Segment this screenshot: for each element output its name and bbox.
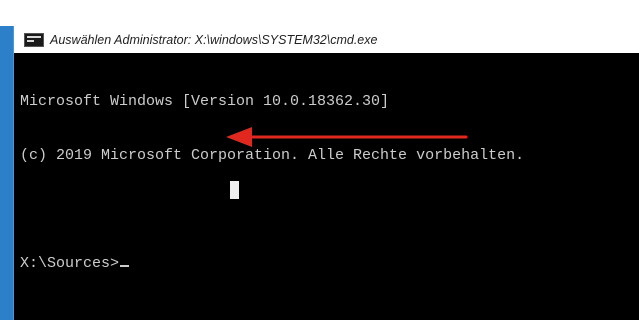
text-cursor xyxy=(120,265,130,267)
desktop-background-top xyxy=(0,0,639,26)
window-titlebar[interactable]: Auswählen Administrator: X:\windows\SYST… xyxy=(14,26,639,53)
console-line-copyright: (c) 2019 Microsoft Corporation. Alle Rec… xyxy=(20,147,525,164)
console-prompt-line[interactable]: X:\Sources> xyxy=(20,255,635,273)
window-title: Auswählen Administrator: X:\windows\SYST… xyxy=(50,32,378,47)
red-arrow-left-icon xyxy=(226,127,468,147)
console-output[interactable]: Microsoft Windows [Version 10.0.18362.30… xyxy=(20,57,635,312)
cmd-console-icon xyxy=(24,32,44,47)
console-line-version: Microsoft Windows [Version 10.0.18362.30… xyxy=(20,93,390,110)
block-cursor xyxy=(230,181,239,199)
console-prompt: X:\Sources> xyxy=(20,255,120,272)
cmd-window[interactable]: Auswählen Administrator: X:\windows\SYST… xyxy=(13,26,639,320)
